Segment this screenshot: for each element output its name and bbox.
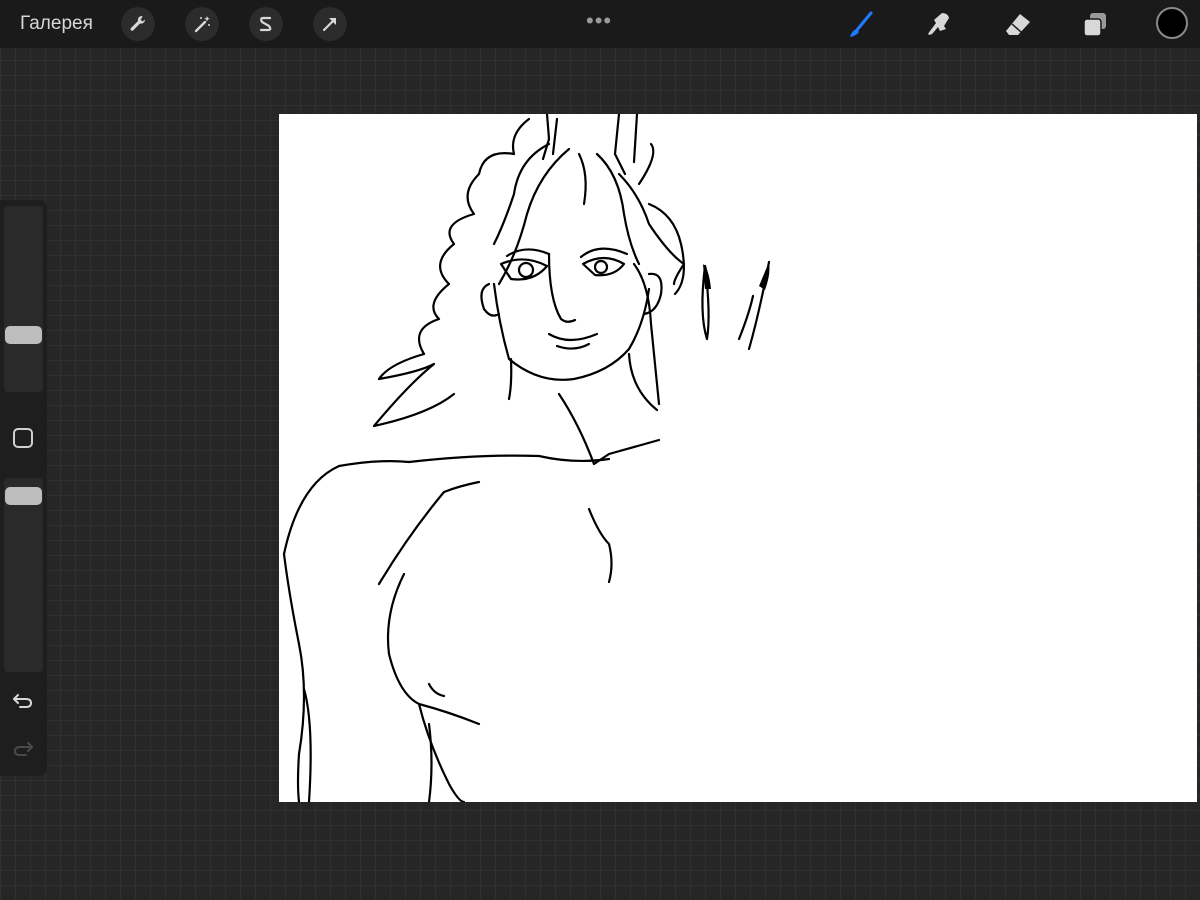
left-sidebar [0,200,47,776]
redo-button[interactable] [10,735,36,761]
eraser-tool-button[interactable] [1001,8,1035,42]
transform-arrow-icon [322,17,337,32]
top-toolbar: Галерея ••• [0,0,1200,48]
gallery-button[interactable]: Галерея [20,0,93,48]
redo-icon [13,742,33,756]
line-art-drawing [282,114,771,802]
more-options-dots[interactable]: ••• [586,8,612,34]
smudge-icon [928,13,949,35]
wrench-icon [130,15,146,31]
selection-s-icon [259,16,272,32]
modify-square-icon[interactable] [13,428,33,448]
magic-wand-icon [194,16,210,33]
color-picker-swatch[interactable] [1156,7,1188,39]
adjustments-button[interactable] [185,7,219,41]
layers-icon [1083,13,1106,37]
eraser-icon [1006,14,1030,35]
actions-wrench-button[interactable] [121,7,155,41]
selection-button[interactable] [249,7,283,41]
layers-button[interactable] [1078,8,1112,42]
transform-button[interactable] [313,7,347,41]
opacity-slider[interactable] [4,478,43,672]
brush-tool-button[interactable] [844,8,878,42]
undo-button[interactable] [10,687,36,713]
brush-icon [850,11,873,37]
undo-icon [13,694,33,708]
brush-size-thumb[interactable] [5,326,42,344]
opacity-thumb[interactable] [5,487,42,505]
brush-size-slider[interactable] [4,206,43,392]
drawing-canvas[interactable] [279,114,1197,802]
smudge-tool-button[interactable] [922,8,956,42]
